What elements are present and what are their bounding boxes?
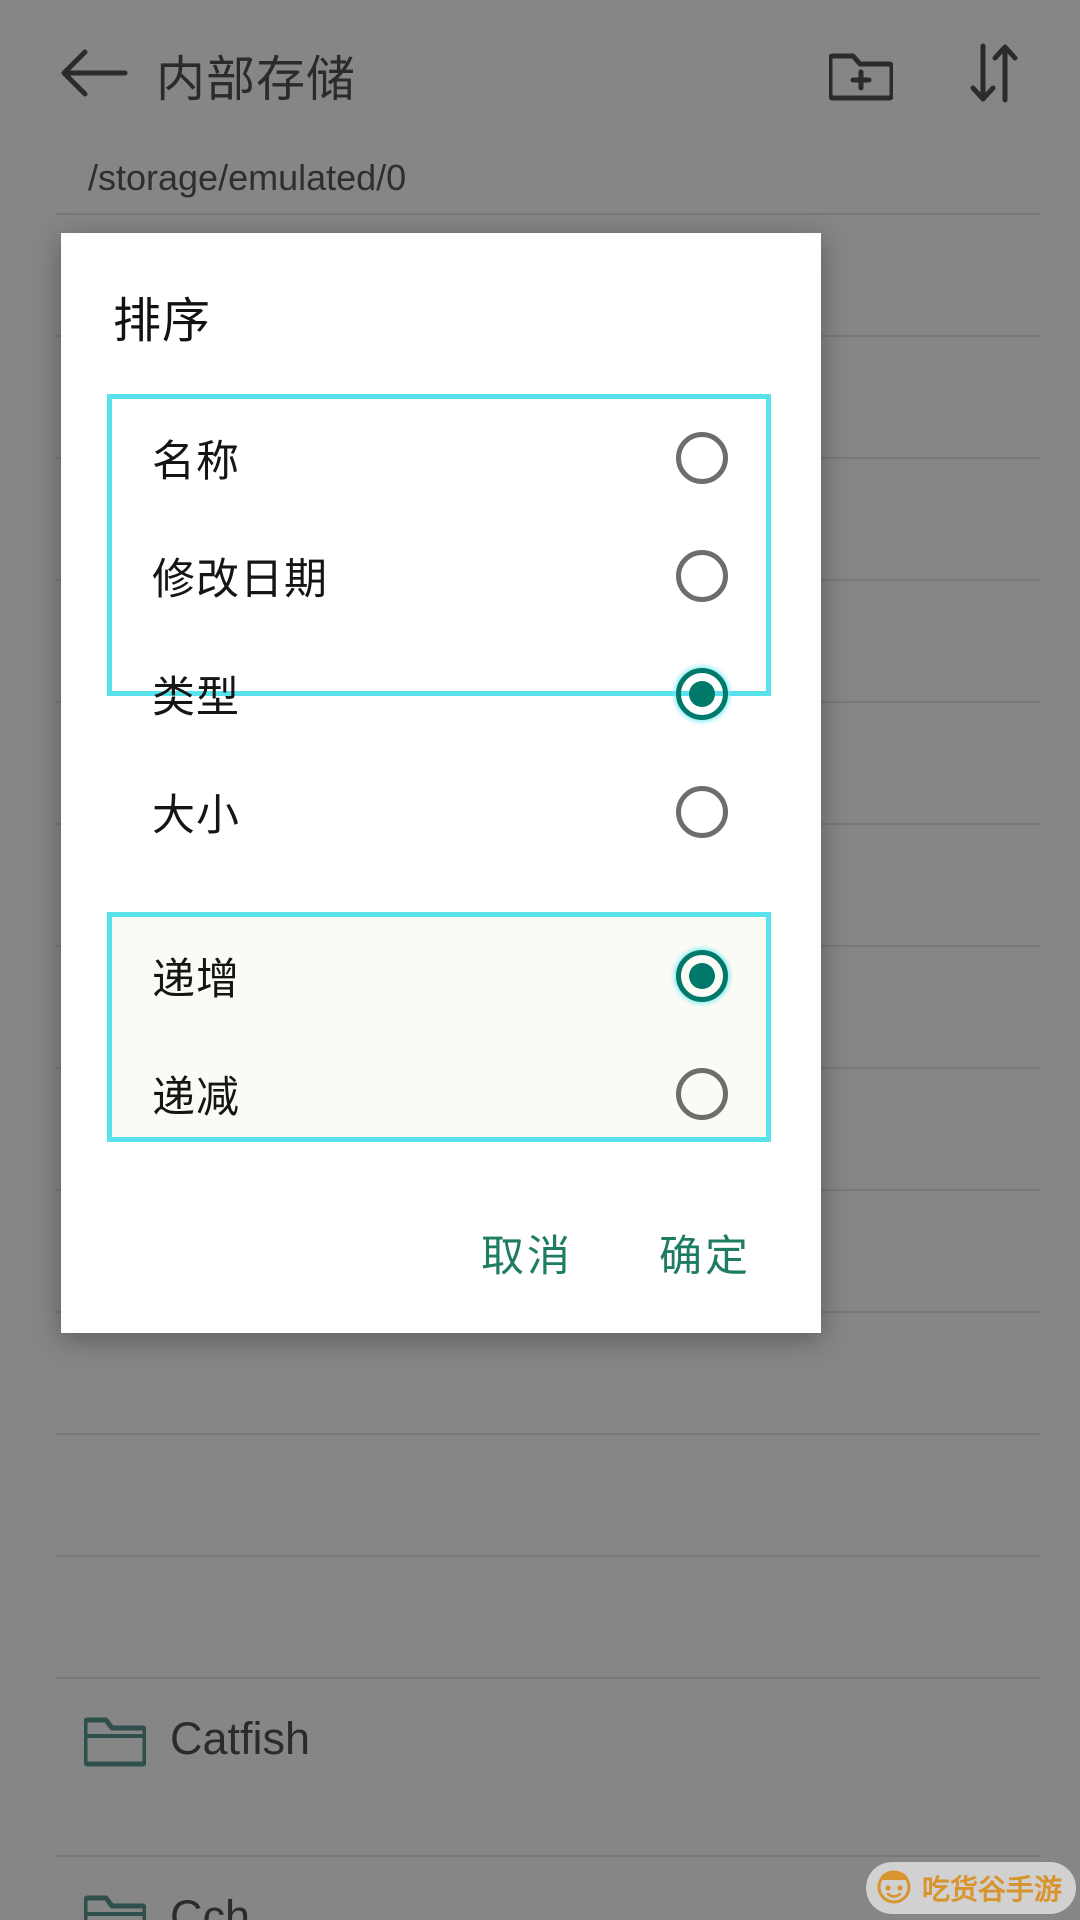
sort-by-group: 名称 修改日期 类型 大小 xyxy=(107,394,771,840)
option-label: 递增 xyxy=(152,956,240,1004)
dialog-title: 排序 xyxy=(113,295,212,348)
radio-type[interactable] xyxy=(676,668,728,720)
radio-modified-date[interactable] xyxy=(676,550,728,602)
radio-name[interactable] xyxy=(676,432,728,484)
option-label: 递减 xyxy=(152,1074,240,1122)
radio-descending[interactable] xyxy=(676,1068,728,1120)
file-manager-screen: 内部存储 xyxy=(0,0,1080,1920)
option-type[interactable]: 类型 xyxy=(112,635,766,753)
option-ascending[interactable]: 递增 xyxy=(112,917,766,1035)
dialog-actions: 取消 确定 xyxy=(61,1173,821,1333)
option-label: 名称 xyxy=(152,438,240,486)
face-avatar-icon xyxy=(874,1866,914,1911)
cancel-button[interactable]: 取消 xyxy=(481,1222,573,1284)
radio-size[interactable] xyxy=(676,786,728,838)
watermark-badge: 吃货谷手游 xyxy=(865,1862,1076,1914)
option-label: 修改日期 xyxy=(152,556,328,604)
order-group: 递增 递减 xyxy=(107,912,771,1142)
watermark-text: 吃货谷手游 xyxy=(921,1874,1062,1905)
option-size[interactable]: 大小 xyxy=(112,753,766,871)
radio-ascending[interactable] xyxy=(676,950,728,1002)
option-descending[interactable]: 递减 xyxy=(112,1035,766,1153)
option-name[interactable]: 名称 xyxy=(112,399,766,517)
sort-dialog: 排序 名称 修改日期 类型 大小 递增 递减 取消 确定 xyxy=(61,233,821,1333)
option-label: 类型 xyxy=(152,674,240,722)
confirm-button[interactable]: 确定 xyxy=(659,1222,751,1284)
option-label: 大小 xyxy=(152,792,240,840)
option-modified-date[interactable]: 修改日期 xyxy=(112,517,766,635)
